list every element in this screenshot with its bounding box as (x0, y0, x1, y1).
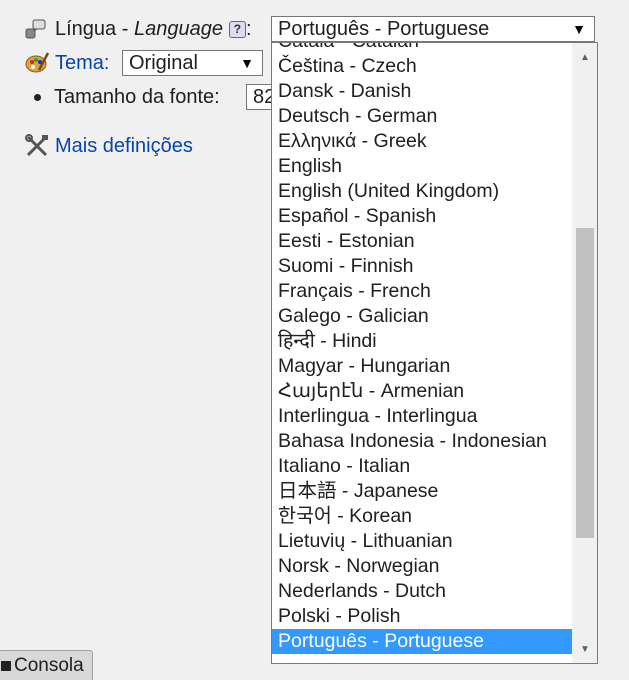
dropdown-option[interactable]: Galego - Galician (272, 304, 573, 329)
dropdown-option[interactable]: Հայերէն - Armenian (272, 379, 573, 404)
dropdown-option[interactable]: हिन्दी - Hindi (272, 329, 573, 354)
language-label-en: Language (133, 17, 223, 40)
dropdown-option[interactable]: Português - Portuguese (272, 629, 573, 654)
dropdown-option[interactable]: Italiano - Italian (272, 454, 573, 479)
dropdown-option[interactable]: Čeština - Czech (272, 54, 573, 79)
dropdown-option[interactable]: 한국어 - Korean (272, 504, 573, 529)
language-options: Català - Catalan Čeština - CzechDansk - … (272, 43, 573, 663)
dropdown-option[interactable]: Ελληνικά - Greek (272, 129, 573, 154)
dropdown-option[interactable]: Eesti - Estonian (272, 229, 573, 254)
dropdown-option-partial[interactable]: Català - Catalan (272, 43, 573, 54)
dropdown-option[interactable]: English (United Kingdom) (272, 179, 573, 204)
dropdown-option[interactable]: Suomi - Finnish (272, 254, 573, 279)
theme-row: Tema: (24, 50, 109, 76)
scrollbar-thumb[interactable] (576, 228, 594, 538)
console-label: Consola (14, 654, 84, 676)
language-label: Língua (55, 17, 117, 40)
theme-select[interactable]: Original ▼ (122, 50, 263, 76)
more-settings-row: Mais definições (24, 133, 193, 159)
bullet (34, 93, 41, 101)
font-size-row: Tamanho da fonte: (34, 84, 220, 110)
dropdown-option[interactable]: Norsk - Norwegian (272, 554, 573, 579)
dropdown-option[interactable]: Magyar - Hungarian (272, 354, 573, 379)
dropdown-option[interactable]: Français - French (272, 279, 573, 304)
dropdown-option[interactable]: Español - Spanish (272, 204, 573, 229)
theme-select-value: Original (129, 51, 198, 74)
dropdown-option[interactable]: Lietuvių - Lithuanian (272, 529, 573, 554)
console-tab[interactable]: Consola (0, 650, 93, 680)
dropdown-option[interactable]: Interlingua - Interlingua (272, 404, 573, 429)
dropdown-option[interactable]: Polski - Polish (272, 604, 573, 629)
dropdown-option[interactable]: Nederlands - Dutch (272, 579, 573, 604)
palette-icon (24, 50, 50, 76)
font-size-label: Tamanho da fonte: (54, 85, 220, 108)
language-dropdown-list[interactable]: Català - Catalan Čeština - CzechDansk - … (271, 42, 598, 664)
more-settings-link[interactable]: Mais definições (55, 135, 193, 158)
language-separator: - (116, 17, 134, 40)
scroll-down-icon[interactable]: ▼ (573, 639, 597, 659)
dropdown-option[interactable]: Bahasa Indonesia - Indonesian (272, 429, 573, 454)
language-colon: : (245, 17, 252, 40)
theme-label[interactable]: Tema: (55, 52, 109, 75)
language-row: Língua - Language ? : (24, 16, 252, 42)
help-icon[interactable]: ? (228, 20, 246, 38)
dropdown-option[interactable]: Deutsch - German (272, 104, 573, 129)
dropdown-option[interactable]: English (272, 154, 573, 179)
language-select[interactable]: Português - Portuguese ▼ (271, 16, 595, 42)
triangle-down-icon: ▼ (240, 55, 254, 71)
triangle-down-icon: ▼ (572, 21, 586, 37)
dropdown-option[interactable]: Dansk - Danish (272, 79, 573, 104)
help-icon-glyph: ? (233, 22, 242, 36)
language-icon (24, 16, 50, 42)
scroll-up-icon[interactable]: ▲ (573, 47, 597, 67)
tools-icon (24, 133, 50, 159)
dropdown-scrollbar[interactable]: ▲ ▼ (572, 43, 597, 663)
terminal-icon (1, 660, 11, 671)
language-select-value: Português - Portuguese (278, 17, 490, 40)
dropdown-option[interactable]: 日本語 - Japanese (272, 479, 573, 504)
